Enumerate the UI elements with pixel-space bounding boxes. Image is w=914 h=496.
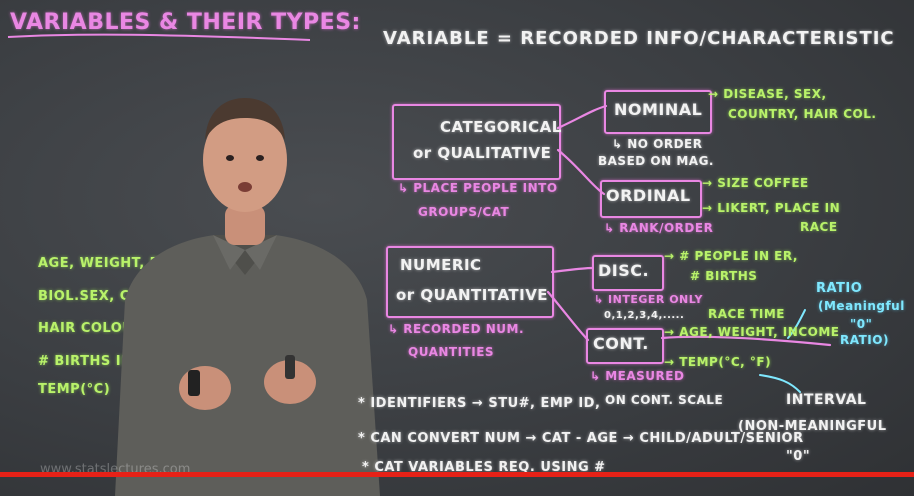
continuous-note-1: ↳ MEASURED — [590, 369, 685, 383]
video-progress-bar[interactable] — [0, 472, 914, 477]
ordinal-example-1: → SIZE COFFEE — [702, 176, 809, 190]
bottom-note-identifiers: * IDENTIFIERS → STU#, EMP ID, — [358, 396, 601, 411]
nominal-note-1: ↳ NO ORDER — [612, 137, 703, 151]
discrete-example-2: # BIRTHS — [690, 269, 758, 283]
interval-label-1: INTERVAL — [786, 392, 867, 408]
ordinal-example-3: RACE — [800, 220, 838, 234]
qualitative-label: or QUALITATIVE — [413, 144, 552, 162]
nominal-label: NOMINAL — [614, 100, 703, 119]
ordinal-example-2: → LIKERT, PLACE IN — [702, 201, 841, 215]
ratio-label-4: RATIO) — [840, 333, 889, 347]
numeric-label: NUMERIC — [400, 256, 482, 274]
nominal-examples-2: COUNTRY, HAIR COL. — [728, 107, 877, 121]
numeric-note-2: QUANTITIES — [408, 345, 495, 359]
categorical-label: CATEGORICAL — [440, 118, 562, 136]
continuous-example-1: → AGE, WEIGHT, INCOME — [664, 325, 840, 339]
numeric-note-1: ↳ RECORDED NUM. — [388, 322, 525, 336]
continuous-note-2: ON CONT. SCALE — [605, 393, 724, 407]
board-title: VARIABLES & THEIR TYPES: — [10, 10, 361, 35]
interval-label-3: "0" — [786, 449, 811, 464]
continuous-example-2: → TEMP(°C, °F) — [664, 355, 772, 369]
continuous-race-time: RACE TIME — [708, 307, 785, 321]
whiteboard-video-frame[interactable]: VARIABLES & THEIR TYPES: VARIABLE = RECO… — [0, 0, 914, 496]
ordinal-label: ORDINAL — [606, 186, 691, 205]
ratio-label-1: RATIO — [816, 281, 863, 296]
nominal-examples-1: → DISEASE, SEX, — [708, 87, 827, 101]
discrete-note-2: 0,1,2,3,4,..... — [604, 310, 685, 321]
nominal-note-2: BASED ON MAG. — [598, 154, 714, 168]
ratio-label-3: "0" — [850, 317, 873, 331]
categorical-note-1: ↳ PLACE PEOPLE INTO — [398, 181, 558, 195]
discrete-example-1: → # PEOPLE IN ER, — [664, 249, 798, 263]
discrete-label: DISC. — [598, 261, 650, 280]
categorical-note-2: GROUPS/CAT — [418, 205, 510, 219]
presenter-figure — [115, 98, 380, 496]
video-progress-fill — [0, 472, 914, 477]
ordinal-note: ↳ RANK/ORDER — [604, 221, 714, 235]
ratio-label-2: (Meaningful — [818, 299, 905, 313]
quantitative-label: or QUANTITATIVE — [396, 286, 549, 304]
discrete-note-1: ↳ INTEGER ONLY — [594, 293, 704, 306]
variable-definition: VARIABLE = RECORDED INFO/CHARACTERISTIC — [383, 28, 895, 49]
continuous-label: CONT. — [593, 334, 649, 353]
categorical-box — [392, 104, 561, 180]
bottom-note-convert: * CAN CONVERT NUM → CAT - AGE → CHILD/AD… — [358, 431, 804, 446]
